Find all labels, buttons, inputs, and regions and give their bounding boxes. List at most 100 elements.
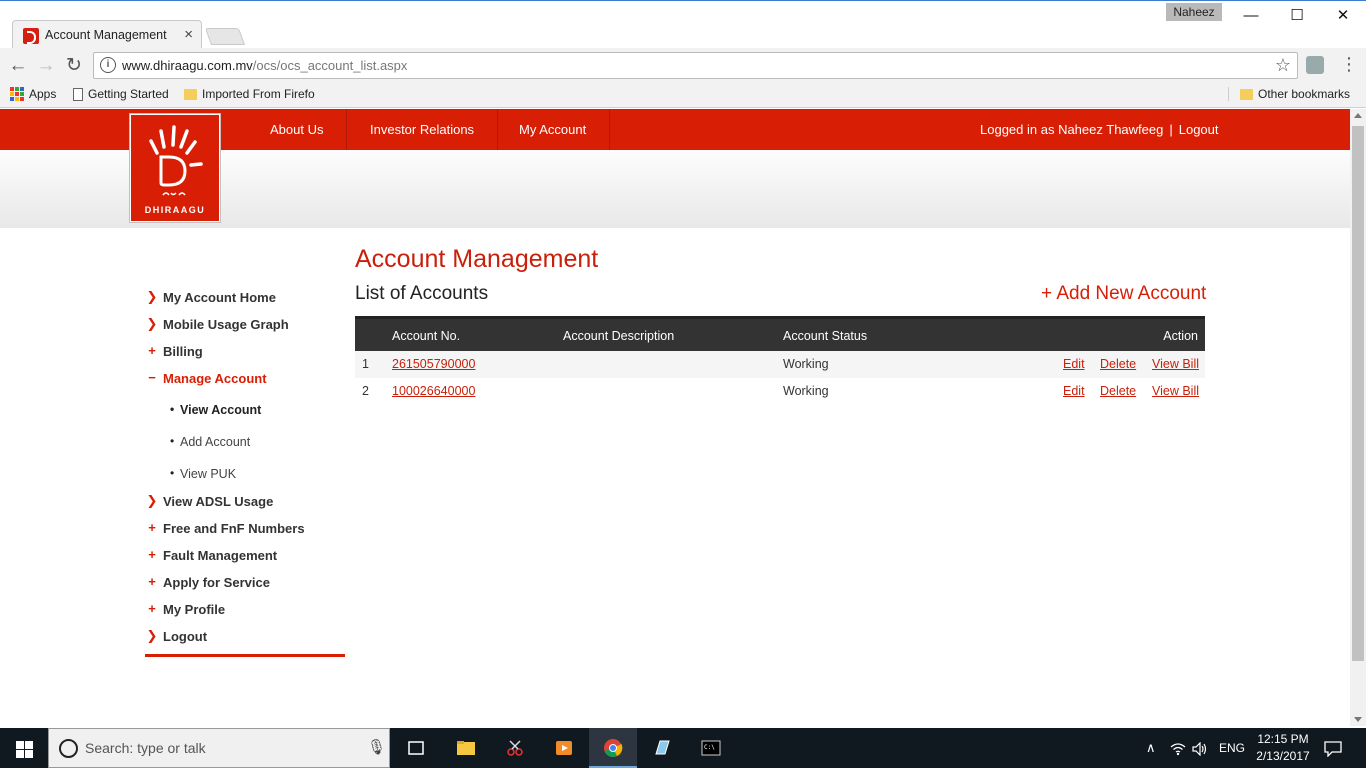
delete-link[interactable]: Delete — [1100, 357, 1136, 371]
folder-icon — [184, 88, 197, 100]
sidebar-item-logout[interactable]: ❯ Logout — [147, 628, 208, 644]
sidebar-item-apply-for-service[interactable]: + Apply for Service — [148, 574, 270, 590]
taskbar-snipping-tool[interactable] — [491, 728, 539, 768]
browser-tab[interactable]: Account Management × — [12, 20, 202, 49]
taskbar-search-box[interactable]: Search: type or talk 🎙 — [48, 728, 390, 768]
bookmark-apps[interactable]: Apps — [10, 87, 56, 101]
wifi-glyph — [1170, 743, 1186, 756]
sidebar-item-billing[interactable]: + Billing — [148, 343, 203, 359]
new-tab-button[interactable] — [204, 28, 246, 45]
wifi-icon[interactable] — [1170, 728, 1186, 768]
page-icon — [73, 87, 83, 101]
dhiraagu-favicon-icon — [23, 28, 39, 44]
microphone-icon[interactable]: 🎙 — [367, 738, 386, 756]
language-indicator[interactable]: ENG — [1219, 728, 1245, 768]
column-header-status: Account Status — [783, 329, 868, 343]
sidebar-item-my-profile[interactable]: + My Profile — [148, 601, 225, 617]
logo-wordmark: DHIRAAGU — [144, 205, 206, 215]
svg-text:C:\: C:\ — [704, 744, 715, 751]
sidebar-item-label: Manage Account — [163, 371, 267, 386]
page-title: Account Management — [355, 245, 599, 273]
profile-chip[interactable]: Naheez — [1166, 3, 1222, 21]
taskbar-clock[interactable]: 12:15 PM 2/13/2017 — [1248, 731, 1318, 765]
taskbar-file-explorer[interactable] — [442, 728, 490, 768]
search-placeholder: Search: type or talk — [85, 740, 206, 756]
sidebar-subitem-add-account[interactable]: • Add Account — [170, 434, 250, 449]
sidebar-item-manage-account[interactable]: − Manage Account — [148, 370, 267, 386]
row-index: 1 — [362, 357, 369, 371]
nav-about-us[interactable]: About Us — [247, 109, 348, 150]
sidebar-subitem-view-puk[interactable]: • View PUK — [170, 466, 236, 481]
task-view-button[interactable] — [392, 728, 440, 768]
sidebar-item-label: Mobile Usage Graph — [163, 317, 289, 332]
chevron-right-icon: ❯ — [146, 316, 158, 331]
reload-icon[interactable]: ↻ — [62, 54, 86, 78]
dhiraagu-logo[interactable]: DHIRAAGU — [130, 114, 220, 222]
account-number-link[interactable]: 100026640000 — [392, 384, 475, 398]
top-logout-link[interactable]: Logout — [1179, 122, 1219, 137]
scroll-up-icon[interactable] — [1354, 113, 1362, 118]
url-text: www.dhiraagu.com.mv/ocs/ocs_account_list… — [122, 58, 407, 73]
minimize-button[interactable]: — — [1228, 5, 1274, 27]
plus-icon: + — [148, 547, 156, 562]
start-button[interactable] — [0, 728, 48, 768]
tab-title: Account Management — [45, 28, 167, 42]
nav-investor-relations[interactable]: Investor Relations — [347, 109, 499, 150]
taskbar-media-player[interactable] — [540, 728, 588, 768]
page-scrollbar[interactable] — [1350, 109, 1366, 726]
action-center-icon[interactable] — [1324, 728, 1342, 768]
close-window-button[interactable]: ✕ — [1320, 5, 1366, 27]
tab-close-icon[interactable]: × — [184, 26, 193, 43]
windows-logo-tile — [16, 750, 24, 758]
media-player-icon — [556, 741, 572, 755]
bookmark-imported-folder[interactable]: Imported From Firefo — [184, 87, 315, 101]
sidebar-item-fault-management[interactable]: + Fault Management — [148, 547, 277, 563]
account-number-link[interactable]: 261505790000 — [392, 357, 475, 371]
bookmark-star-icon[interactable]: ☆ — [1275, 55, 1291, 76]
sidebar-item-mobile-usage-graph[interactable]: ❯ Mobile Usage Graph — [147, 316, 289, 332]
taskbar-notepad[interactable] — [638, 728, 686, 768]
scrollbar-thumb[interactable] — [1352, 126, 1364, 661]
scroll-down-icon[interactable] — [1354, 717, 1362, 722]
forward-arrow-icon[interactable]: → — [34, 54, 58, 78]
view-bill-link[interactable]: View Bill — [1152, 384, 1199, 398]
minus-icon: − — [148, 370, 156, 385]
user-separator: | — [1169, 122, 1173, 137]
site-info-icon[interactable]: i — [100, 57, 116, 73]
clock-time: 12:15 PM — [1257, 732, 1309, 746]
sidebar-divider — [145, 654, 345, 657]
taskbar-command-prompt[interactable]: C:\ — [687, 728, 735, 768]
sidebar-subitem-view-account[interactable]: • View Account — [170, 402, 261, 417]
bullet-icon: • — [170, 434, 175, 448]
back-arrow-icon[interactable]: ← — [6, 54, 30, 78]
clock-date: 2/13/2017 — [1256, 749, 1310, 763]
extension-icon[interactable] — [1306, 56, 1324, 74]
dhiraagu-hand-icon — [149, 125, 203, 196]
sidebar-item-free-fnf-numbers[interactable]: + Free and FnF Numbers — [148, 520, 304, 536]
bookmarks-bar: Apps Getting Started Imported From Firef… — [0, 84, 1366, 108]
sidebar-item-label: Billing — [163, 344, 203, 359]
sidebar-item-label: View ADSL Usage — [163, 494, 274, 509]
table-header: Account No. Account Description Account … — [355, 316, 1205, 351]
browser-menu-icon[interactable]: ⋮ — [1340, 54, 1358, 75]
chrome-icon — [604, 739, 623, 757]
bookmark-getting-started[interactable]: Getting Started — [73, 87, 169, 101]
add-new-account-link[interactable]: + Add New Account — [1041, 283, 1206, 305]
bullet-icon: • — [170, 402, 175, 416]
tray-chevron-up-icon[interactable]: ∧ — [1146, 728, 1156, 768]
edit-link[interactable]: Edit — [1063, 357, 1085, 371]
address-bar[interactable]: i www.dhiraagu.com.mv/ocs/ocs_account_li… — [93, 52, 1298, 79]
volume-icon[interactable] — [1192, 728, 1208, 768]
url-host: www.dhiraagu.com.mv — [122, 58, 253, 73]
delete-link[interactable]: Delete — [1100, 384, 1136, 398]
taskbar-chrome[interactable] — [589, 728, 637, 768]
view-bill-link[interactable]: View Bill — [1152, 357, 1199, 371]
bookmark-other-folder[interactable]: Other bookmarks — [1228, 87, 1350, 101]
sidebar-item-view-adsl-usage[interactable]: ❯ View ADSL Usage — [147, 493, 274, 509]
sidebar-item-my-account-home[interactable]: ❯ My Account Home — [147, 289, 276, 305]
maximize-button[interactable]: ☐ — [1274, 5, 1320, 27]
notepad-icon — [655, 740, 670, 755]
user-status: Logged in as Naheez Thawfeeg | Logout — [980, 109, 1219, 150]
nav-my-account[interactable]: My Account — [496, 109, 611, 150]
edit-link[interactable]: Edit — [1063, 384, 1085, 398]
